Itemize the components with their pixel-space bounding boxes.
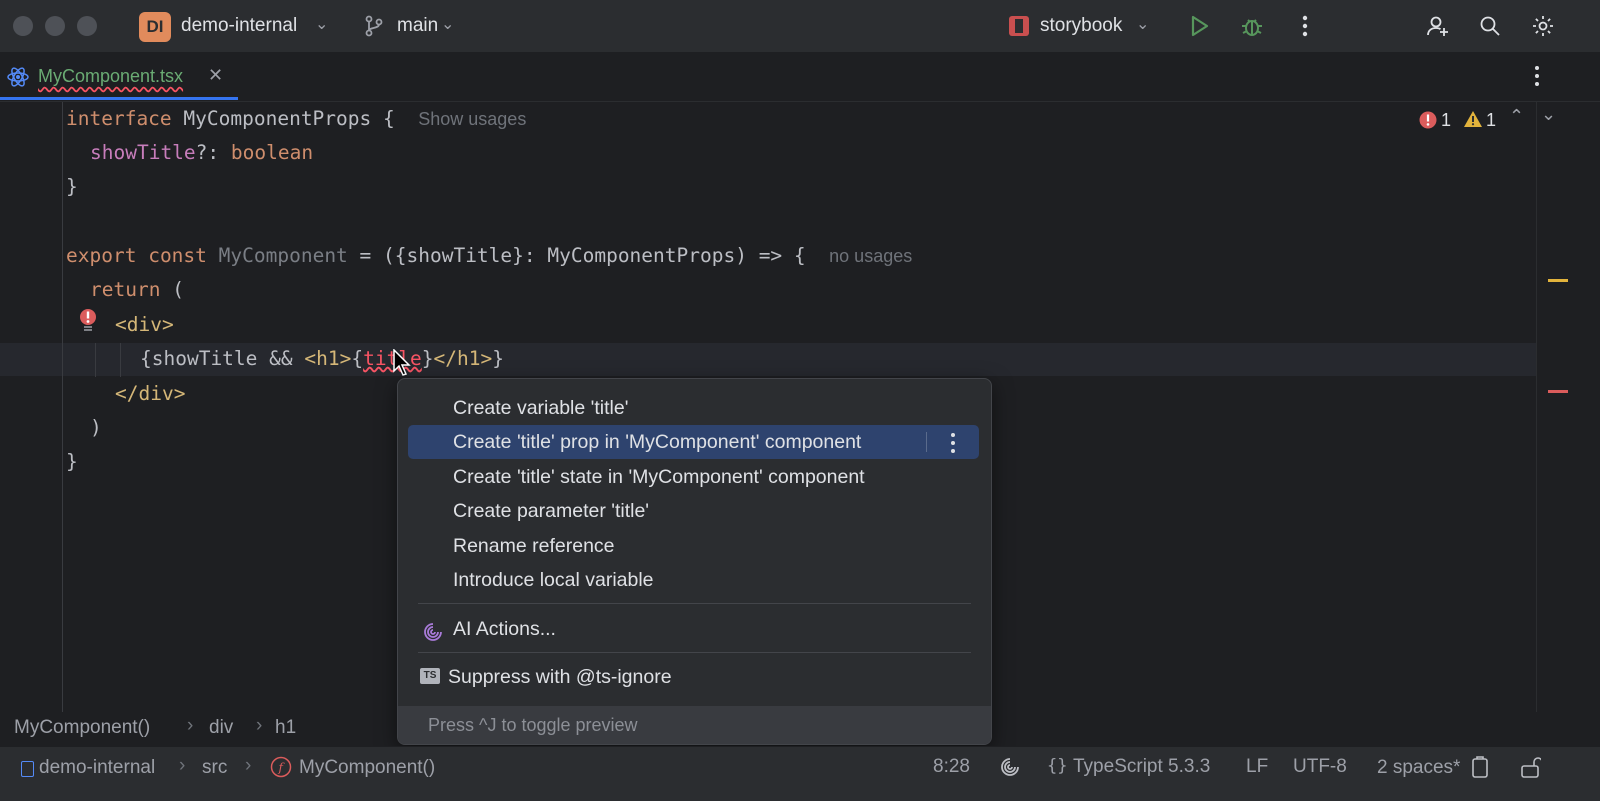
title-bar: DI demo-internal ⌄ main ⌄ storybook ⌄	[0, 0, 1600, 53]
chevron-down-icon: ⌄	[1136, 16, 1150, 33]
more-actions-icon[interactable]	[1291, 12, 1319, 40]
indent-guide	[95, 343, 96, 377]
no-usages-hint: no usages	[829, 246, 913, 266]
file-encoding[interactable]: UTF-8	[1293, 756, 1347, 778]
code-line-2: showTitle?: boolean	[90, 141, 314, 164]
tab-mycomponent[interactable]: MyComponent.tsx	[38, 66, 183, 87]
zoom-window-button[interactable]	[77, 16, 97, 36]
typescript-icon: TS	[420, 668, 440, 684]
status-project[interactable]: demo-internal	[39, 757, 155, 779]
previous-problem-icon[interactable]: ⌃	[1509, 106, 1524, 127]
line-separator[interactable]: LF	[1246, 756, 1268, 778]
code-line-10: )	[90, 416, 102, 439]
action-create-prop[interactable]: Create 'title' prop in 'MyComponent' com…	[408, 425, 979, 459]
code-style-icon[interactable]	[1470, 755, 1492, 785]
action-create-parameter[interactable]: Create parameter 'title'	[408, 494, 979, 528]
action-rename-reference[interactable]: Rename reference	[408, 529, 979, 563]
ai-assistant-icon	[423, 619, 443, 653]
breadcrumb: MyComponent() › div › h1	[0, 712, 1600, 746]
code-line-8: {showTitle && <h1>{title}</h1>}	[140, 347, 504, 370]
run-icon[interactable]	[1185, 12, 1213, 40]
action-suppress-ts-ignore[interactable]: TS Suppress with @ts-ignore	[408, 660, 979, 694]
tab-options-icon[interactable]	[1534, 65, 1540, 92]
active-tab-indicator	[0, 97, 238, 100]
action-ai-actions[interactable]: AI Actions...	[408, 612, 979, 646]
status-component[interactable]: MyComponent()	[299, 757, 435, 779]
storybook-icon	[1005, 12, 1033, 40]
action-create-state[interactable]: Create 'title' state in 'MyComponent' co…	[408, 460, 979, 494]
add-user-icon[interactable]	[1424, 12, 1452, 40]
code-line-1: interface MyComponentProps { Show usages	[66, 107, 527, 130]
popup-separator	[418, 652, 971, 653]
action-introduce-local-variable[interactable]: Introduce local variable	[408, 563, 979, 597]
branch-icon	[360, 12, 388, 40]
search-icon[interactable]	[1476, 12, 1504, 40]
indent-guide	[120, 343, 121, 377]
warning-stripe[interactable]	[1548, 279, 1568, 282]
error-bulb-icon[interactable]	[79, 308, 97, 337]
project-icon	[21, 761, 34, 777]
chevron-down-icon: ⌄	[441, 16, 455, 33]
chevron-right-icon: ›	[245, 755, 252, 776]
code-line-7: <div>	[115, 313, 174, 336]
action-create-variable[interactable]: Create variable 'title'	[408, 391, 979, 425]
editor-scrollbar[interactable]	[1536, 102, 1537, 712]
caret-position[interactable]: 8:28	[933, 756, 970, 778]
error-stripe[interactable]	[1548, 390, 1568, 393]
error-count-icon[interactable]	[1419, 111, 1437, 134]
warning-count[interactable]: 1	[1486, 110, 1496, 131]
gutter-divider	[62, 102, 63, 712]
intention-actions-popup: Create variable 'title' Create 'title' p…	[397, 378, 992, 745]
debug-icon[interactable]	[1238, 12, 1266, 40]
popup-separator	[418, 603, 971, 604]
project-selector[interactable]: demo-internal	[181, 15, 297, 37]
breadcrumb-separator-icon: ›	[256, 715, 263, 736]
chevron-right-icon: ›	[179, 755, 186, 776]
code-line-3: }	[66, 175, 78, 198]
branch-selector[interactable]: main	[397, 15, 438, 37]
project-badge[interactable]: DI	[139, 12, 171, 42]
code-line-6: return (	[90, 278, 184, 301]
ai-assistant-icon[interactable]	[1000, 757, 1020, 783]
chevron-down-icon: ⌄	[315, 16, 329, 33]
gear-icon[interactable]	[1529, 12, 1557, 40]
code-line-5: export const MyComponent = ({showTitle}:…	[66, 244, 913, 267]
breadcrumb-separator-icon: ›	[187, 715, 194, 736]
item-separator	[926, 432, 927, 452]
breadcrumb-item[interactable]: div	[209, 717, 233, 739]
braces-icon: {}	[1047, 756, 1068, 776]
code-line-9: </div>	[115, 382, 186, 405]
warning-count-icon[interactable]	[1463, 110, 1483, 133]
status-folder[interactable]: src	[202, 757, 227, 779]
language-selector[interactable]: TypeScript 5.3.3	[1073, 756, 1210, 778]
indent-settings[interactable]: 2 spaces*	[1377, 757, 1460, 779]
next-problem-icon[interactable]: ⌄	[1541, 104, 1556, 125]
show-usages-hint[interactable]: Show usages	[418, 109, 526, 129]
breadcrumb-item[interactable]: h1	[275, 717, 296, 739]
status-bar: demo-internal › src › f MyComponent() 8:…	[0, 746, 1600, 801]
function-icon: f	[270, 756, 292, 784]
error-count[interactable]: 1	[1441, 110, 1451, 131]
minimize-window-button[interactable]	[45, 16, 65, 36]
close-window-button[interactable]	[13, 16, 33, 36]
react-icon	[6, 65, 30, 94]
breadcrumb-item[interactable]: MyComponent()	[14, 717, 150, 739]
unlock-icon[interactable]	[1519, 755, 1543, 785]
code-line-11: }	[66, 450, 78, 473]
editor-tab-bar: MyComponent.tsx ✕	[0, 52, 1600, 102]
svg-text:f: f	[278, 761, 286, 775]
run-config-selector[interactable]: storybook	[1040, 15, 1122, 37]
close-tab-icon[interactable]: ✕	[208, 65, 223, 86]
